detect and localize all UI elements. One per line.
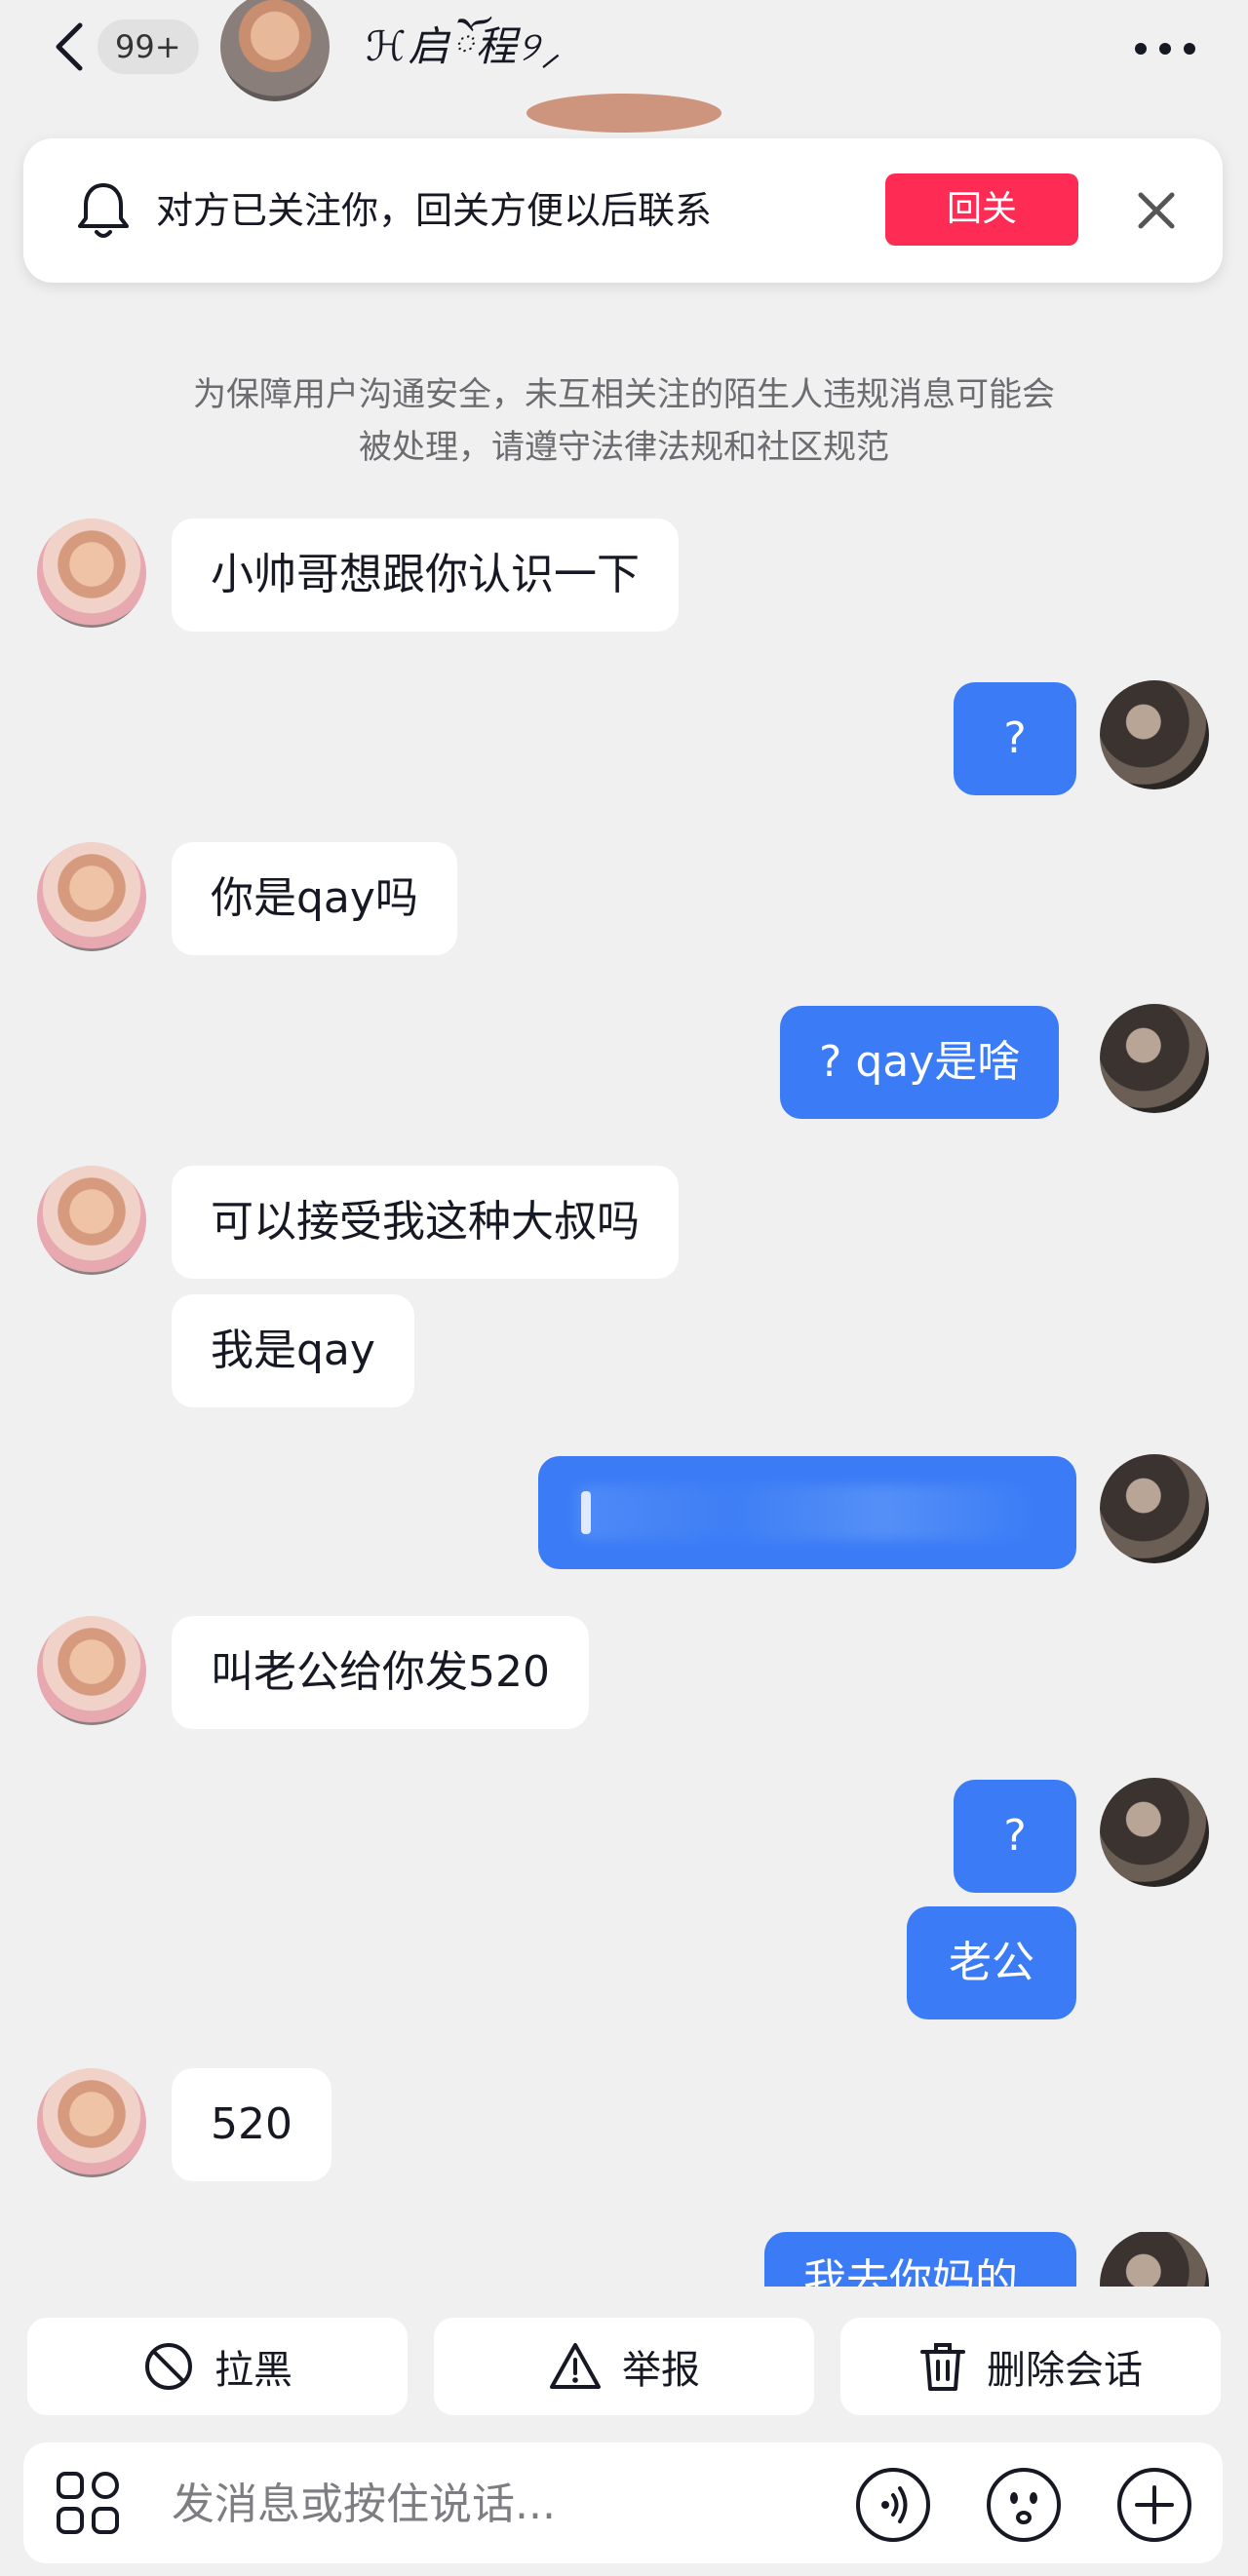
safety-notice-line: 为保障用户沟通安全，未互相关注的陌生人违规消息可能会 — [193, 375, 1055, 414]
voice-icon[interactable] — [854, 2466, 932, 2544]
message-bubble-received[interactable]: 我是qay — [172, 1294, 414, 1407]
close-icon[interactable] — [1129, 183, 1184, 238]
message-bubble-sent[interactable]: ? — [954, 682, 1076, 795]
my-avatar[interactable] — [1100, 1778, 1209, 1887]
back-icon[interactable] — [51, 19, 90, 74]
sender-avatar[interactable] — [37, 1166, 146, 1275]
banner-text: 对方已关注你，回关方便以后联系 — [156, 189, 713, 232]
chat-header: 99+ ℋ启ོ程୨⸝ — [0, 0, 1248, 101]
sender-avatar[interactable] — [37, 842, 146, 951]
message-bubble-received[interactable]: 可以接受我这种大叔吗 — [172, 1166, 679, 1279]
message-bubble-received[interactable]: 叫老公给你发520 — [172, 1616, 589, 1729]
message-list-clip: 我去你妈的 — [0, 2232, 1248, 2287]
plus-icon[interactable] — [1115, 2466, 1193, 2544]
unread-badge[interactable]: 99+ — [98, 19, 199, 74]
message-bubble-received[interactable]: 小帅哥想跟你认识一下 — [172, 519, 679, 632]
avatar-peek — [526, 94, 722, 133]
my-avatar[interactable] — [1100, 680, 1209, 789]
message-bubble-sent[interactable]: ? qay是啥 — [780, 1006, 1060, 1119]
message-bubble-sent-redacted[interactable] — [538, 1456, 1076, 1569]
block-button[interactable]: 拉黑 — [27, 2318, 408, 2415]
message-bubble-sent[interactable]: ? — [954, 1780, 1076, 1893]
sender-avatar[interactable] — [37, 2068, 146, 2177]
follow-banner: 对方已关注你，回关方便以后联系 回关 — [23, 138, 1223, 283]
trash-icon — [920, 2343, 965, 2391]
text-mark — [581, 1491, 591, 1534]
contact-name[interactable]: ℋ启ོ程୨⸝ — [366, 18, 564, 76]
my-avatar[interactable] — [1100, 2232, 1209, 2287]
redacted-text — [577, 1485, 1035, 1540]
bell-icon — [78, 183, 129, 238]
message-input-bar — [23, 2442, 1223, 2563]
message-bubble-received[interactable]: 520 — [172, 2068, 332, 2181]
sender-avatar[interactable] — [37, 519, 146, 628]
safety-notice-line: 被处理，请遵守法律法规和社区规范 — [359, 428, 889, 467]
report-button[interactable]: 举报 — [434, 2318, 814, 2415]
follow-back-button[interactable]: 回关 — [885, 173, 1078, 246]
block-icon — [145, 2343, 192, 2390]
my-avatar[interactable] — [1100, 1004, 1209, 1113]
more-icon[interactable] — [1131, 29, 1199, 68]
message-bubble-sent[interactable]: 老公 — [907, 1906, 1076, 2019]
my-avatar[interactable] — [1100, 1454, 1209, 1563]
safety-notice: 为保障用户沟通安全，未互相关注的陌生人违规消息可能会 被处理，请遵守法律法规和社… — [136, 368, 1112, 474]
emoji-icon[interactable] — [985, 2466, 1063, 2544]
warning-icon — [550, 2343, 601, 2389]
message-input[interactable] — [170, 2464, 837, 2544]
report-label: 举报 — [622, 2348, 700, 2393]
sender-avatar[interactable] — [37, 1616, 146, 1725]
apps-icon[interactable] — [53, 2468, 123, 2538]
message-bubble-sent[interactable]: 我去你妈的 — [764, 2232, 1076, 2287]
delete-conversation-label: 删除会话 — [987, 2348, 1143, 2393]
block-label: 拉黑 — [214, 2348, 292, 2393]
delete-conversation-button[interactable]: 删除会话 — [840, 2318, 1221, 2415]
message-bubble-received[interactable]: 你是qay吗 — [172, 842, 457, 955]
contact-avatar[interactable] — [220, 0, 330, 101]
